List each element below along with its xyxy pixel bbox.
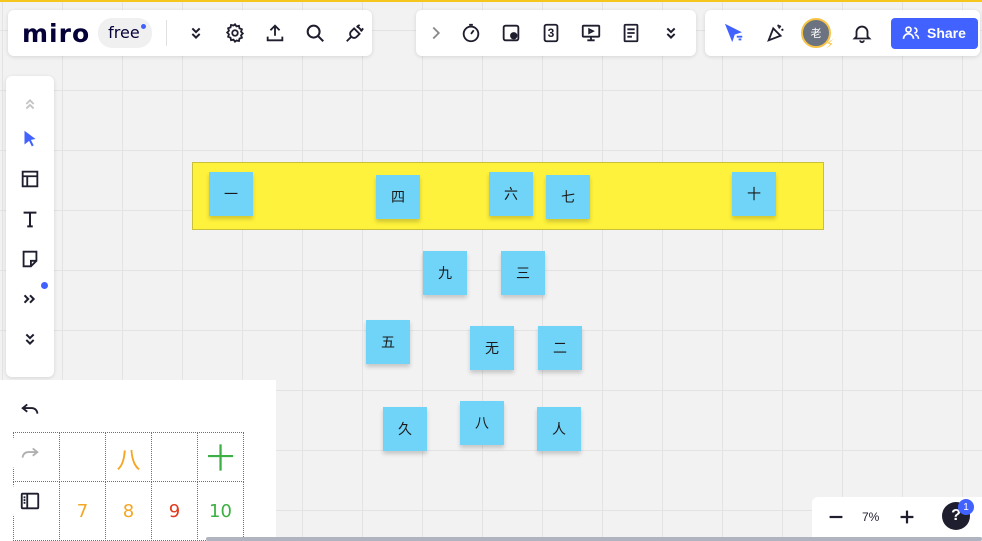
zoom-in-icon[interactable] xyxy=(893,500,921,534)
share-label: Share xyxy=(927,25,966,41)
toolbar-separator xyxy=(165,20,167,46)
table-cell[interactable] xyxy=(59,432,106,482)
presentation-icon[interactable] xyxy=(574,16,608,50)
sticky-note[interactable]: 七 xyxy=(546,175,590,219)
sticky-note[interactable]: 人 xyxy=(537,407,581,451)
chevron-right-icon[interactable] xyxy=(424,16,448,50)
sticky-note[interactable]: 一 xyxy=(209,172,253,216)
cursor-filter-icon[interactable] xyxy=(717,16,751,50)
top-right-toolbar: 老 ⚡ Share xyxy=(705,10,980,56)
sticky-note[interactable]: 九 xyxy=(423,251,467,295)
chevron-double-down-icon[interactable] xyxy=(12,322,48,356)
more-tools-icon[interactable] xyxy=(12,282,48,316)
avatar-initial: 老 xyxy=(810,28,822,40)
table-cell[interactable]: 7 xyxy=(59,481,106,541)
plan-badge[interactable]: free xyxy=(98,18,152,48)
sticky-note[interactable]: 二 xyxy=(538,326,582,370)
zoom-level[interactable]: 7% xyxy=(862,510,879,524)
frame-layout-icon[interactable] xyxy=(12,162,48,196)
avatar[interactable]: 老 ⚡ xyxy=(801,18,834,51)
top-accent-line xyxy=(0,0,982,2)
plug-icon[interactable] xyxy=(338,16,372,50)
users-icon xyxy=(902,26,920,39)
sticky-note-icon[interactable] xyxy=(12,242,48,276)
sticky-note[interactable]: 六 xyxy=(489,172,533,216)
bell-icon[interactable] xyxy=(845,16,879,50)
miro-logo[interactable]: miro xyxy=(22,19,90,48)
sticky-note[interactable]: 无 xyxy=(470,326,514,370)
zoom-out-icon[interactable] xyxy=(822,500,850,534)
sticky-note[interactable]: 十 xyxy=(732,172,776,216)
table-cell[interactable] xyxy=(151,432,198,482)
top-center-toolbar: 3 xyxy=(416,10,696,56)
top-left-toolbar: miro free xyxy=(8,10,372,56)
undo-redo-group xyxy=(6,392,54,518)
panel-toggle-icon[interactable] xyxy=(13,484,47,518)
collapse-up-icon[interactable] xyxy=(12,92,48,116)
select-cursor-icon[interactable] xyxy=(12,122,48,156)
sticky-note[interactable]: 五 xyxy=(366,320,410,364)
new-tools-dot xyxy=(41,282,48,289)
upload-icon[interactable] xyxy=(258,16,292,50)
table-cell[interactable]: 十 xyxy=(197,432,244,482)
share-button[interactable]: Share xyxy=(891,17,978,49)
search-icon[interactable] xyxy=(298,16,332,50)
sticky-note[interactable]: 八 xyxy=(460,401,504,445)
celebration-icon[interactable] xyxy=(759,16,793,50)
redo-icon[interactable] xyxy=(13,436,47,470)
timer-icon[interactable] xyxy=(454,16,488,50)
sticky-note[interactable]: 久 xyxy=(383,407,427,451)
help-badge: 1 xyxy=(958,499,974,515)
countdown-icon[interactable]: 3 xyxy=(534,16,568,50)
notes-icon[interactable] xyxy=(614,16,648,50)
table-cell[interactable]: 10 xyxy=(197,481,244,541)
countdown-label: 3 xyxy=(547,26,555,40)
zoom-panel: 7% ? 1 xyxy=(812,497,982,537)
table-cell[interactable]: 9 xyxy=(151,481,198,541)
table-cell[interactable]: 8 xyxy=(105,481,152,541)
gear-icon[interactable] xyxy=(219,16,253,50)
sticky-note-tool-icon[interactable] xyxy=(494,16,528,50)
undo-icon[interactable] xyxy=(13,392,47,426)
table-cell[interactable]: 八 xyxy=(105,432,152,482)
left-toolbar xyxy=(6,76,54,377)
horizontal-scrollbar[interactable] xyxy=(206,537,982,541)
chevron-double-down-icon[interactable] xyxy=(179,16,213,50)
bolt-icon: ⚡ xyxy=(825,37,834,51)
plan-dot xyxy=(140,24,146,29)
chevron-double-down-icon[interactable] xyxy=(654,16,688,50)
sticky-note[interactable]: 三 xyxy=(501,251,545,295)
plan-label: free xyxy=(108,23,140,42)
text-tool-icon[interactable] xyxy=(12,202,48,236)
sticky-note[interactable]: 四 xyxy=(376,175,420,219)
